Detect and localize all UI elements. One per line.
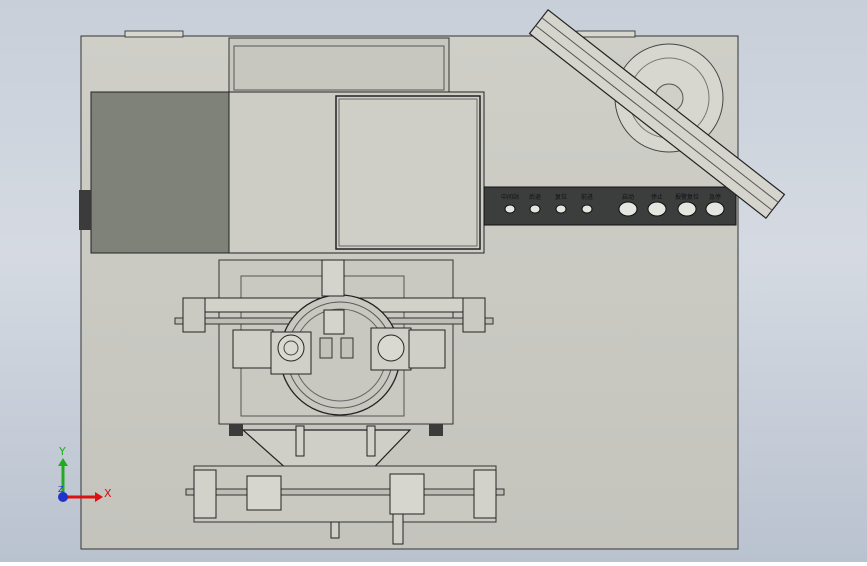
- lifter-rod-right: [366, 425, 376, 457]
- center-slot-right: [340, 337, 354, 359]
- bottom-plate-right: [389, 473, 425, 515]
- bottom-plate-left: [246, 475, 282, 511]
- feeder-cover[interactable]: [335, 95, 481, 250]
- panel-button-label: 启动: [622, 193, 634, 201]
- control-panel: [483, 186, 737, 226]
- panel-button-label: 急停: [709, 193, 721, 201]
- frame-foot-right: [429, 424, 443, 436]
- x-axis-label: X: [104, 487, 112, 500]
- vertical-slide-mid: [323, 309, 345, 335]
- rail-end-right: [462, 297, 486, 333]
- panel-button-label: 前进: [581, 193, 593, 201]
- feeder-dark-panel: [90, 91, 230, 254]
- rear-bracket-right-tab: [576, 30, 636, 38]
- frame-foot-left: [229, 424, 243, 436]
- rail-end-left: [182, 297, 206, 333]
- vertical-slide-top[interactable]: [321, 259, 345, 297]
- y-axis-label: Y: [58, 445, 66, 458]
- right-clamp[interactable]: [370, 327, 446, 371]
- bottom-carriage-shaft: [185, 488, 505, 496]
- left-clamp[interactable]: [232, 329, 312, 375]
- panel-button-label: 停止: [651, 193, 663, 201]
- lifter-rod-left: [295, 425, 305, 457]
- panel-button-label: 复位: [555, 193, 567, 201]
- adjust-knob-center[interactable]: [330, 521, 340, 539]
- rear-bracket-left-tab: [124, 30, 184, 38]
- panel-button-label: 中间站: [501, 193, 519, 201]
- side-block-left: [79, 190, 91, 230]
- panel-button-label: 后退: [529, 193, 541, 201]
- center-slot-left: [319, 337, 333, 359]
- adjust-knob-bottom[interactable]: [392, 513, 404, 545]
- cad-viewport[interactable]: 中间站 后退 复位 前进 启动 停止 报警复位 急停 X Y Z: [0, 0, 867, 562]
- z-axis-label: Z: [58, 485, 64, 494]
- bottom-block-left: [193, 469, 217, 519]
- panel-button-label: 报警复位: [675, 193, 699, 201]
- machine-drawing: 中间站 后退 复位 前进 启动 停止 报警复位 急停 X Y Z: [58, 8, 786, 550]
- bottom-block-right: [473, 469, 497, 519]
